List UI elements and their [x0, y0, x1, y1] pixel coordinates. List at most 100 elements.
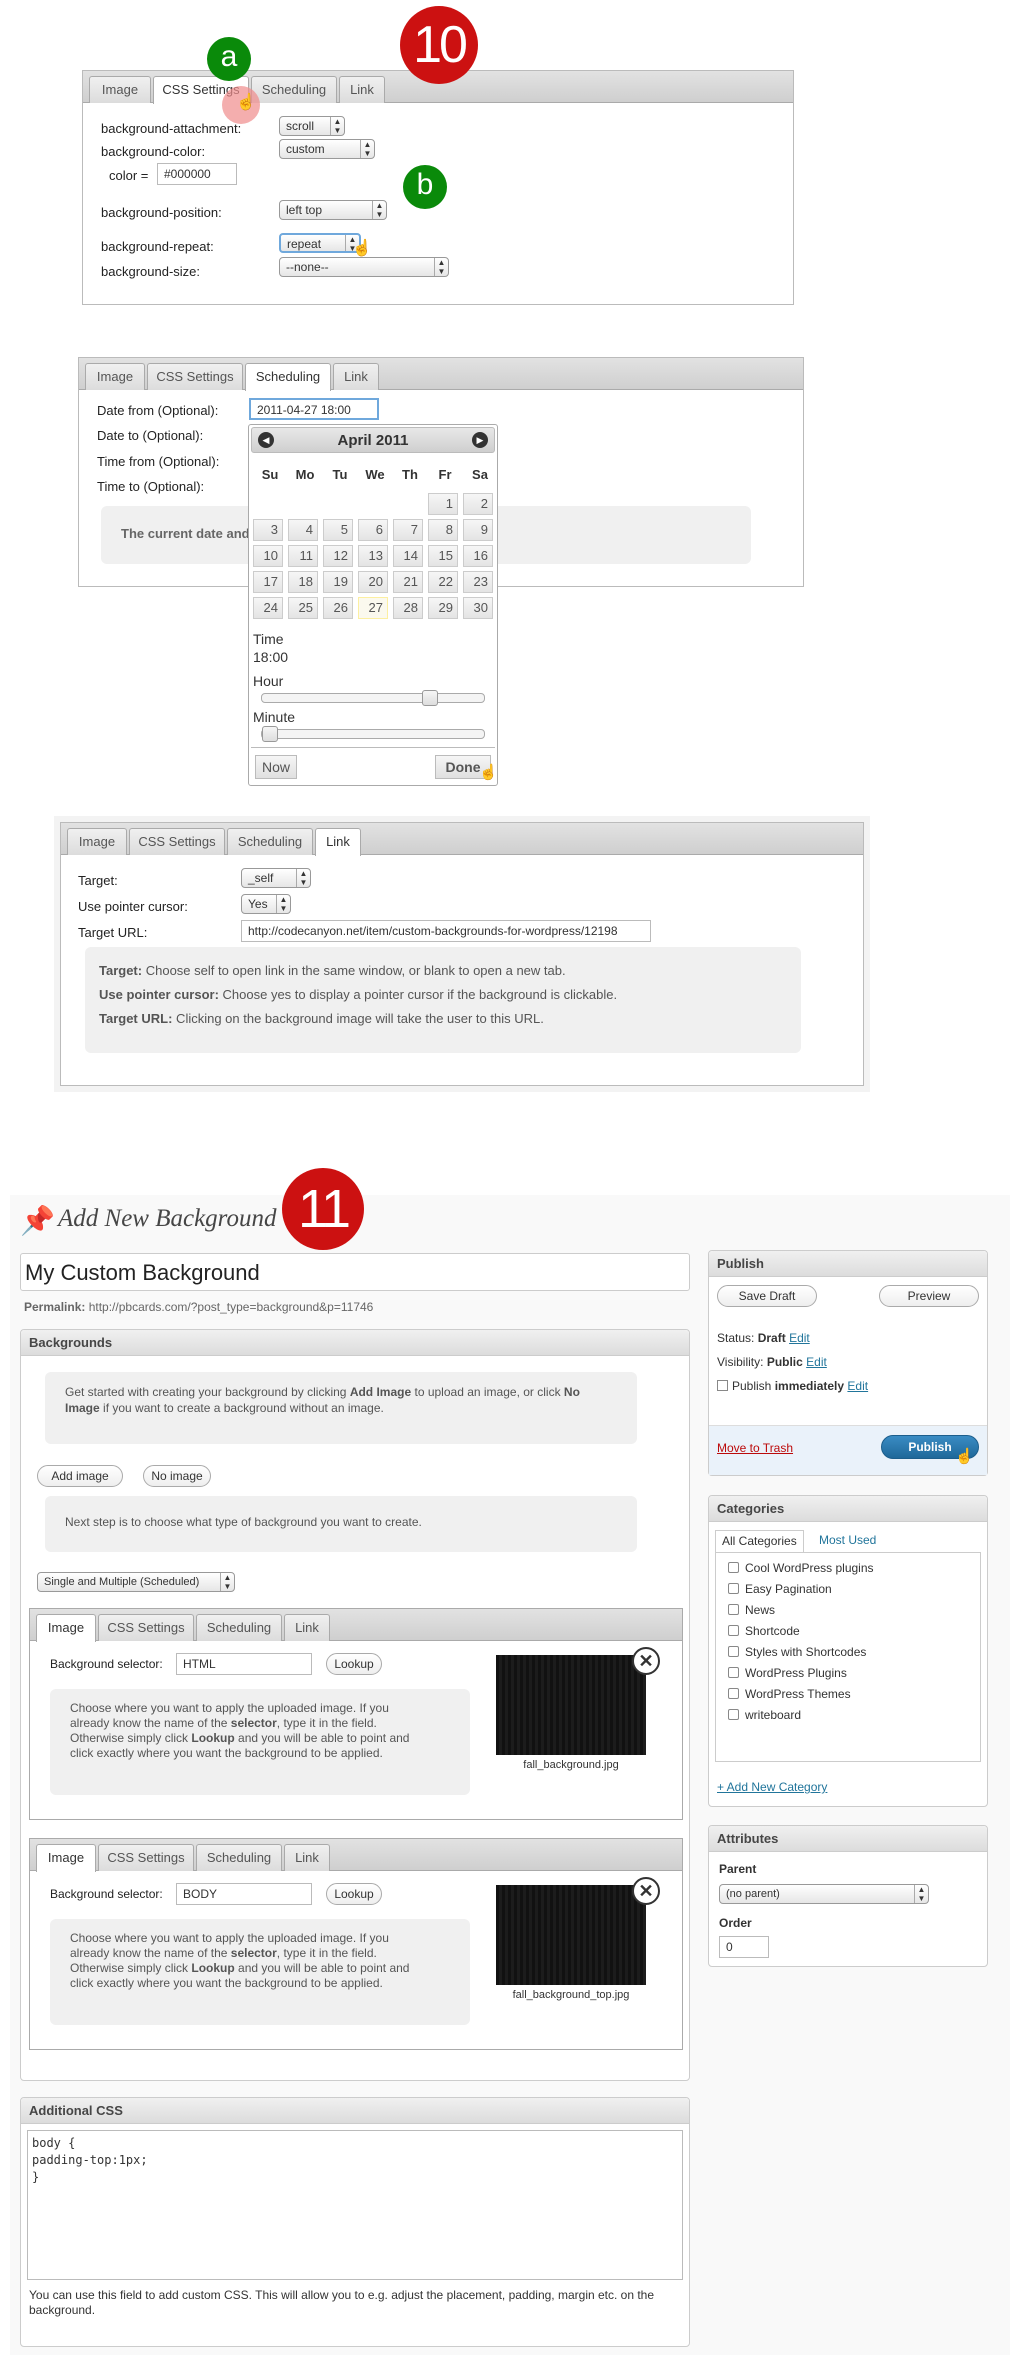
calendar-day[interactable]: 26 [323, 597, 353, 619]
now-button[interactable]: Now [255, 755, 297, 779]
tab-image[interactable]: Image [89, 76, 151, 103]
calendar-day[interactable]: 14 [393, 545, 423, 567]
add-image-button[interactable]: Add image [37, 1465, 123, 1487]
color-value-input[interactable]: #000000 [157, 163, 237, 185]
bg-position-select[interactable]: left top ▲ ▼ [279, 200, 387, 220]
calendar-day[interactable]: 29 [428, 597, 458, 619]
tab-scheduling[interactable]: Scheduling [245, 363, 331, 391]
tab-link[interactable]: Link [315, 828, 361, 856]
edit-publish-time-link[interactable]: Edit [847, 1379, 868, 1393]
tab-scheduling[interactable]: Scheduling [227, 828, 313, 855]
category-item[interactable]: WordPress Themes [728, 1687, 851, 1701]
bg-repeat-select[interactable]: repeat ▲ ▼ [279, 233, 361, 253]
next-month-icon[interactable]: ▶ [472, 432, 488, 448]
pointer-cursor-select[interactable]: Yes ▲ ▼ [241, 894, 291, 914]
calendar-day[interactable]: 1 [428, 493, 458, 515]
tab-link[interactable]: Link [284, 1614, 330, 1641]
tab-image[interactable]: Image [67, 828, 127, 855]
category-item[interactable]: Styles with Shortcodes [728, 1645, 866, 1659]
calendar-day[interactable]: 24 [253, 597, 283, 619]
bg-attachment-select[interactable]: scroll ▲ ▼ [279, 116, 345, 136]
tab-css-settings[interactable]: CSS Settings [98, 1614, 194, 1641]
checkbox[interactable] [728, 1583, 739, 1594]
date-from-input[interactable]: 2011-04-27 18:00 [249, 398, 379, 420]
tab-all-categories[interactable]: All Categories [715, 1530, 804, 1552]
tab-scheduling[interactable]: Scheduling [196, 1844, 282, 1871]
tab-most-used[interactable]: Most Used [813, 1530, 882, 1552]
checkbox[interactable] [728, 1604, 739, 1615]
category-item[interactable]: Easy Pagination [728, 1582, 832, 1596]
checkbox[interactable] [728, 1667, 739, 1678]
calendar-day[interactable]: 8 [428, 519, 458, 541]
calendar-day[interactable]: 13 [358, 545, 388, 567]
target-url-input[interactable]: http://codecanyon.net/item/custom-backgr… [241, 920, 651, 942]
order-input[interactable]: 0 [719, 1936, 769, 1958]
calendar-day[interactable]: 15 [428, 545, 458, 567]
tab-css-settings[interactable]: CSS Settings [147, 363, 243, 390]
tab-image[interactable]: Image [85, 363, 145, 390]
checkbox[interactable] [728, 1688, 739, 1699]
minute-slider-handle[interactable] [262, 726, 278, 742]
tab-scheduling[interactable]: Scheduling [251, 76, 337, 103]
tab-scheduling[interactable]: Scheduling [196, 1614, 282, 1641]
target-select[interactable]: _self ▲ ▼ [241, 868, 311, 888]
category-item[interactable]: writeboard [728, 1708, 801, 1722]
tab-css-settings[interactable]: CSS Settings [129, 828, 225, 855]
calendar-day[interactable]: 5 [323, 519, 353, 541]
remove-image-icon[interactable]: ✕ [632, 1647, 660, 1675]
bg-color-select[interactable]: custom ▲ ▼ [279, 139, 375, 159]
category-item[interactable]: Cool WordPress plugins [728, 1561, 874, 1575]
calendar-day[interactable]: 18 [288, 571, 318, 593]
category-item[interactable]: WordPress Plugins [728, 1666, 847, 1680]
parent-select[interactable]: (no parent) ▲ ▼ [719, 1884, 929, 1904]
no-image-button[interactable]: No image [143, 1465, 211, 1487]
add-new-category-link[interactable]: + Add New Category [717, 1780, 827, 1794]
tab-css-settings[interactable]: CSS Settings [98, 1844, 194, 1871]
tab-image[interactable]: Image [36, 1844, 96, 1872]
lookup-button[interactable]: Lookup [326, 1653, 382, 1675]
checkbox[interactable] [728, 1646, 739, 1657]
remove-image-icon[interactable]: ✕ [632, 1877, 660, 1905]
calendar-day[interactable]: 10 [253, 545, 283, 567]
calendar-day[interactable]: 2 [463, 493, 493, 515]
save-draft-button[interactable]: Save Draft [717, 1285, 817, 1307]
bg-selector-input[interactable]: BODY [176, 1883, 312, 1905]
tab-link[interactable]: Link [339, 76, 385, 103]
calendar-day[interactable]: 11 [288, 545, 318, 567]
tab-image[interactable]: Image [36, 1614, 96, 1642]
calendar-day[interactable]: 21 [393, 571, 423, 593]
calendar-day[interactable]: 23 [463, 571, 493, 593]
checkbox[interactable] [728, 1709, 739, 1720]
calendar-day[interactable]: 22 [428, 571, 458, 593]
move-to-trash-link[interactable]: Move to Trash [717, 1441, 793, 1455]
calendar-day[interactable]: 27 [358, 597, 388, 619]
tab-link[interactable]: Link [284, 1844, 330, 1871]
calendar-day[interactable]: 30 [463, 597, 493, 619]
edit-status-link[interactable]: Edit [789, 1331, 810, 1345]
category-item[interactable]: Shortcode [728, 1624, 800, 1638]
bg-selector-input[interactable]: HTML [176, 1653, 312, 1675]
calendar-day[interactable]: 12 [323, 545, 353, 567]
hour-slider-handle[interactable] [422, 690, 438, 706]
preview-button[interactable]: Preview [879, 1285, 979, 1307]
background-type-select[interactable]: Single and Multiple (Scheduled) ▲ ▼ [37, 1572, 235, 1592]
tab-link[interactable]: Link [333, 363, 379, 390]
calendar-day[interactable]: 17 [253, 571, 283, 593]
css-textarea[interactable]: body { padding-top:1px; } [27, 2130, 683, 2280]
calendar-day[interactable]: 28 [393, 597, 423, 619]
calendar-day[interactable]: 4 [288, 519, 318, 541]
checkbox[interactable] [728, 1625, 739, 1636]
calendar-day[interactable]: 7 [393, 519, 423, 541]
minute-slider[interactable] [261, 726, 485, 742]
calendar-day[interactable]: 6 [358, 519, 388, 541]
calendar-day[interactable]: 25 [288, 597, 318, 619]
calendar-day[interactable]: 16 [463, 545, 493, 567]
category-item[interactable]: News [728, 1603, 775, 1617]
calendar-day[interactable]: 9 [463, 519, 493, 541]
calendar-day[interactable]: 19 [323, 571, 353, 593]
lookup-button[interactable]: Lookup [326, 1883, 382, 1905]
checkbox[interactable] [728, 1562, 739, 1573]
hour-slider[interactable] [261, 690, 485, 706]
bg-size-select[interactable]: --none-- ▲ ▼ [279, 257, 449, 277]
calendar-day[interactable]: 20 [358, 571, 388, 593]
